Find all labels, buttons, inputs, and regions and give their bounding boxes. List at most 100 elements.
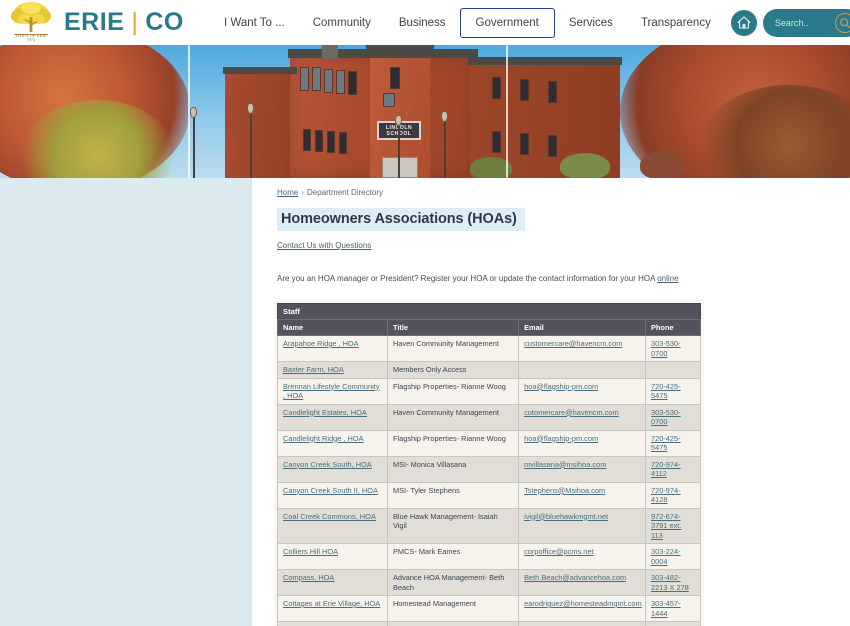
hoa-name-link[interactable]: Canyon Creek South II, HOA [283,486,378,495]
hero-banner-image: LINCOLN SCHOOL [0,45,850,178]
hoa-phone-cell: 720-425-5475 [644,429,702,457]
hoa-title-cell: Haven Community Management- Noreen Kelly [386,621,520,626]
hoa-phone-cell: 720-974-4128 [644,481,702,509]
banner-roof-main [288,49,478,58]
hoa-phone-link[interactable]: 303-457-1444 [651,599,681,618]
breadcrumb: Home › Department Directory [277,188,704,197]
nav-item-services[interactable]: Services [555,9,627,37]
hoa-phone-link[interactable]: 720-425-5475 [651,382,681,401]
banner-panel-seam [188,45,190,178]
erie-tree-logo-icon: TOWN OF ERIE 1874 [8,1,54,45]
table-row: Baxter Farm, HOA Members Only Access [277,361,702,379]
column-header-title[interactable]: Title [386,319,520,336]
hoa-name-link[interactable]: Coal Creek Commons, HOA [283,512,376,521]
contact-us-link[interactable]: Contact Us with Questions [277,241,371,250]
hoa-email-link[interactable]: hoa@flagship-pm.com [524,382,598,391]
hoa-name-link[interactable]: Canyon Creek South, HOA [283,460,372,469]
page-title-row: Homeowners Associations (HOAs) [277,208,704,231]
hoa-title-text: MSI- Monica Villasana [392,459,467,469]
hoa-name-link[interactable]: Candlelight Ridge , HOA [283,434,364,443]
hoa-name-link[interactable]: Compass, HOA [283,573,334,582]
banner-window [383,93,395,107]
table-row: Cottonwood Vista, HOAHaven Community Man… [277,621,702,626]
hoa-phone-cell: 303-530-0700 [644,335,702,362]
hoa-phone-link[interactable]: 303-224-0004 [651,547,681,566]
column-header-email[interactable]: Email [518,319,646,336]
nav-item-i-want-to[interactable]: I Want To ... [210,9,299,37]
banner-chimney [322,45,338,59]
hoa-email-link[interactable]: Tstephens@Msihoa.com [524,486,605,495]
site-logo[interactable]: TOWN OF ERIE 1874 ERIE | CO [0,1,210,45]
nav-item-community[interactable]: Community [299,9,385,37]
page-body: Home › Department Directory Homeowners A… [0,178,850,626]
hoa-name-link[interactable]: Candlelight Estates, HOA [283,408,367,417]
nav-item-business[interactable]: Business [385,9,460,37]
banner-window [324,69,333,93]
table-row: Candlelight Ridge , HOA Flagship Properti… [277,429,702,457]
hoa-name-cell: Brennan Lifestyle Community , HOA [277,377,388,405]
nav-item-government[interactable]: Government [459,7,555,38]
hoa-email-link[interactable]: earodriguez@homesteadmgmt.com [524,599,642,608]
home-button[interactable] [730,9,757,36]
hoa-title-cell: Haven Community Management [386,335,520,362]
banner-shrub [640,151,684,178]
banner-window [327,131,335,153]
hoa-name-cell: Colliers Hill HOA [277,543,388,570]
hoa-title-cell: MSI- Tyler Stephens [386,481,520,509]
hoa-email-link[interactable]: ivigil@bluehawkmgmt.net [524,512,608,521]
banner-window [303,129,311,151]
hoa-phone-link[interactable]: 720-974-4112 [651,460,681,479]
hoa-phone-link[interactable]: 303-482-2213 X 278 [651,573,689,592]
search-input[interactable] [774,17,835,28]
hoa-email-link[interactable]: mvillasana@msihoa.com [524,460,606,469]
hoa-name-link[interactable]: Brennan Lifestyle Community , HOA [283,382,380,401]
banner-roof-left [223,67,297,74]
banner-window [492,131,501,153]
hoa-name-cell: Cottages at Erie Village, HOA [277,595,388,622]
hoa-phone-link[interactable]: 303-530-0700 [651,339,681,358]
column-header-name[interactable]: Name [277,319,388,336]
hoa-phone-cell: 720-425-5475 [644,377,702,405]
hoa-phone-cell: 303-224-0004 [644,543,702,570]
nav-item-transparency[interactable]: Transparency [627,9,725,37]
intro-text: Are you an HOA manager or President? Reg… [277,274,658,283]
right-gutter [726,178,850,626]
hoa-email-link[interactable]: customercare@havencm.com [524,339,622,348]
hoa-name-cell: Cottonwood Vista, HOA [277,621,388,626]
search-button[interactable] [834,12,850,33]
hoa-email-link[interactable]: cutomercare@havencm.com [524,408,619,417]
hoa-phone-cell: 303-457-1444 [644,595,702,622]
hoa-name-link[interactable]: Colliers Hill HOA [283,547,338,556]
staff-table-container: Staff Name Title Email Phone Arapahoe Ri… [274,299,704,626]
table-row: Arapahoe Ridge , HOA Haven Community Mana… [277,335,702,362]
site-wordmark[interactable]: ERIE | CO [64,8,184,37]
table-row: Canyon Creek South, HOA MSI- Monica Villa… [277,455,702,483]
column-header-phone[interactable]: Phone [644,319,702,336]
hoa-title-text: PMCS- Mark Eames [392,547,461,556]
hoa-email-link[interactable]: hoa@flagship-pm.com [524,434,598,443]
breadcrumb-home-link[interactable]: Home [277,188,298,197]
logo-town-text: TOWN OF ERIE [15,32,47,38]
hoa-email-link[interactable]: Beth.Beach@advancehoa.com [524,573,626,582]
hoa-name-cell: Arapahoe Ridge , HOA [277,335,388,362]
hoa-email-link[interactable]: corpoffice@pcms.net [524,547,593,556]
search-box[interactable] [762,8,850,37]
hoa-phone-link[interactable]: 720-425-5475 [651,434,681,453]
hoa-title-text: Blue Hawk Management- Isaiah Vigil [392,511,498,531]
hoa-name-link[interactable]: Cottages at Erie Village, HOA [283,599,380,608]
hoa-title-text: Haven Community Management [392,407,499,417]
hoa-phone-link[interactable]: 972-674-3791 ext. 113 [651,512,681,540]
hoa-name-link[interactable]: Arapahoe Ridge , HOA [283,339,359,348]
hoa-title-cell: Haven Community Management [386,403,520,431]
table-row: Colliers Hill HOA PMCS- Mark Eames corpoff… [277,543,702,570]
home-icon [737,16,751,29]
hoa-name-link[interactable]: Baxter Farm, HOA [283,365,344,374]
hoa-phone-link[interactable]: 303-530-0700 [651,408,681,427]
table-row: Cottages at Erie Village, HOA Homestead M… [277,595,702,622]
table-header-row: Name Title Email Phone [277,319,702,336]
main-content-column: Home › Department Directory Homeowners A… [252,178,726,626]
hoa-name-cell: Canyon Creek South II, HOA [277,481,388,509]
hoa-title-text: Flagship Properties- Rianne Woog [392,381,506,391]
register-online-link[interactable]: online [657,274,678,283]
hoa-phone-link[interactable]: 720-974-4128 [651,486,681,505]
